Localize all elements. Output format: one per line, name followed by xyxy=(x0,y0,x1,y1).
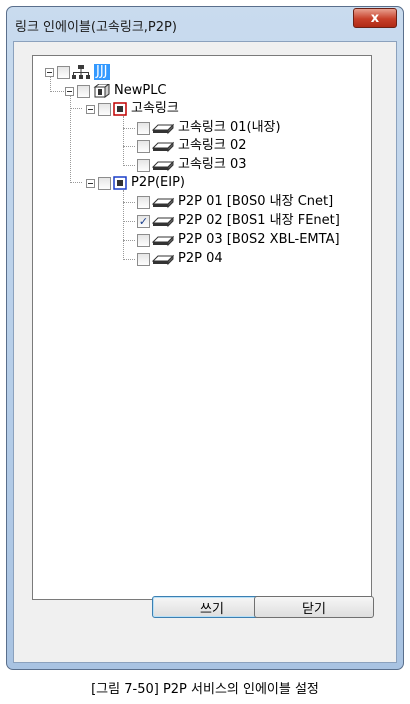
p2p-module-icon xyxy=(113,176,127,190)
link-block-icon xyxy=(152,235,174,247)
close-button[interactable]: x xyxy=(353,8,397,28)
tree-label-item: 고속링크 01(내장) xyxy=(178,120,281,135)
tree-label-p2p: P2P(EIP) xyxy=(131,175,185,190)
root-checkbox[interactable] xyxy=(57,65,70,79)
tree-label-item: 고속링크 03 xyxy=(178,157,247,172)
collapse-toggle[interactable] xyxy=(86,104,95,114)
link-block-icon xyxy=(152,197,174,209)
highspeed-link-checkbox[interactable] xyxy=(98,102,111,116)
tree-node-p2p[interactable]: P2P(EIP) xyxy=(86,175,185,191)
close-icon: x xyxy=(370,10,380,26)
tree-node-plc[interactable]: NewPLC xyxy=(65,83,167,99)
link-block-icon xyxy=(152,254,174,266)
tree-label-item: 고속링크 02 xyxy=(178,138,247,153)
item-checkbox-checked[interactable]: ✓ xyxy=(137,214,150,228)
tree-label-item: P2P 02 [B0S1 내장 FEnet] xyxy=(178,213,340,228)
tree-item-p2p-03[interactable]: P2P 03 [B0S2 XBL-EMTA] xyxy=(137,232,340,248)
link-tree: JJJ NewPLC 고속링크 고속링크 01(내장) 고속링크 02 고속링크… xyxy=(32,55,372,600)
link-block-icon xyxy=(152,160,174,172)
collapse-toggle[interactable] xyxy=(86,178,95,188)
figure-caption: [그림 7-50] P2P 서비스의 인에이블 설정 xyxy=(91,682,319,697)
tree-item-highspeed-03[interactable]: 고속링크 03 xyxy=(137,157,247,173)
item-checkbox[interactable] xyxy=(137,252,150,266)
link-block-icon xyxy=(152,141,174,153)
plc-icon xyxy=(93,84,110,98)
p2p-checkbox[interactable] xyxy=(98,176,111,190)
tree-item-highspeed-01[interactable]: 고속링크 01(내장) xyxy=(137,120,281,136)
window-title: 링크 인에이블(고속링크,P2P) xyxy=(15,20,177,35)
tree-label-item: P2P 03 [B0S2 XBL-EMTA] xyxy=(178,232,340,247)
link-block-icon xyxy=(152,216,174,228)
tree-label-item: P2P 01 [B0S0 내장 Cnet] xyxy=(178,194,334,209)
network-icon xyxy=(72,65,90,79)
item-checkbox[interactable] xyxy=(137,158,150,172)
tree-item-p2p-01[interactable]: P2P 01 [B0S0 내장 Cnet] xyxy=(137,194,333,210)
tree-label-highspeed-link: 고속링크 xyxy=(131,101,179,116)
link-block-icon xyxy=(152,123,174,135)
collapse-toggle[interactable] xyxy=(45,67,54,77)
item-checkbox[interactable] xyxy=(137,121,150,135)
tree-node-highspeed-link[interactable]: 고속링크 xyxy=(86,101,179,117)
item-checkbox[interactable] xyxy=(137,195,150,209)
collapse-toggle[interactable] xyxy=(65,86,74,96)
title-bar[interactable]: 링크 인에이블(고속링크,P2P) x xyxy=(7,7,403,41)
tree-item-highspeed-02[interactable]: 고속링크 02 xyxy=(137,138,247,154)
item-checkbox[interactable] xyxy=(137,233,150,247)
tree-label-plc: NewPLC xyxy=(114,83,167,98)
close-dialog-button[interactable]: 닫기 xyxy=(254,596,374,618)
tree-item-p2p-02[interactable]: ✓ P2P 02 [B0S1 내장 FEnet] xyxy=(137,213,340,229)
tree-label-item: P2P 04 xyxy=(178,251,223,266)
tree-item-p2p-04[interactable]: P2P 04 xyxy=(137,251,223,267)
link-module-icon xyxy=(113,102,127,116)
tree-node-root[interactable]: JJJ xyxy=(45,64,110,80)
plc-checkbox[interactable] xyxy=(77,84,90,98)
item-checkbox[interactable] xyxy=(137,139,150,153)
tree-label-root: JJJ xyxy=(94,64,110,80)
